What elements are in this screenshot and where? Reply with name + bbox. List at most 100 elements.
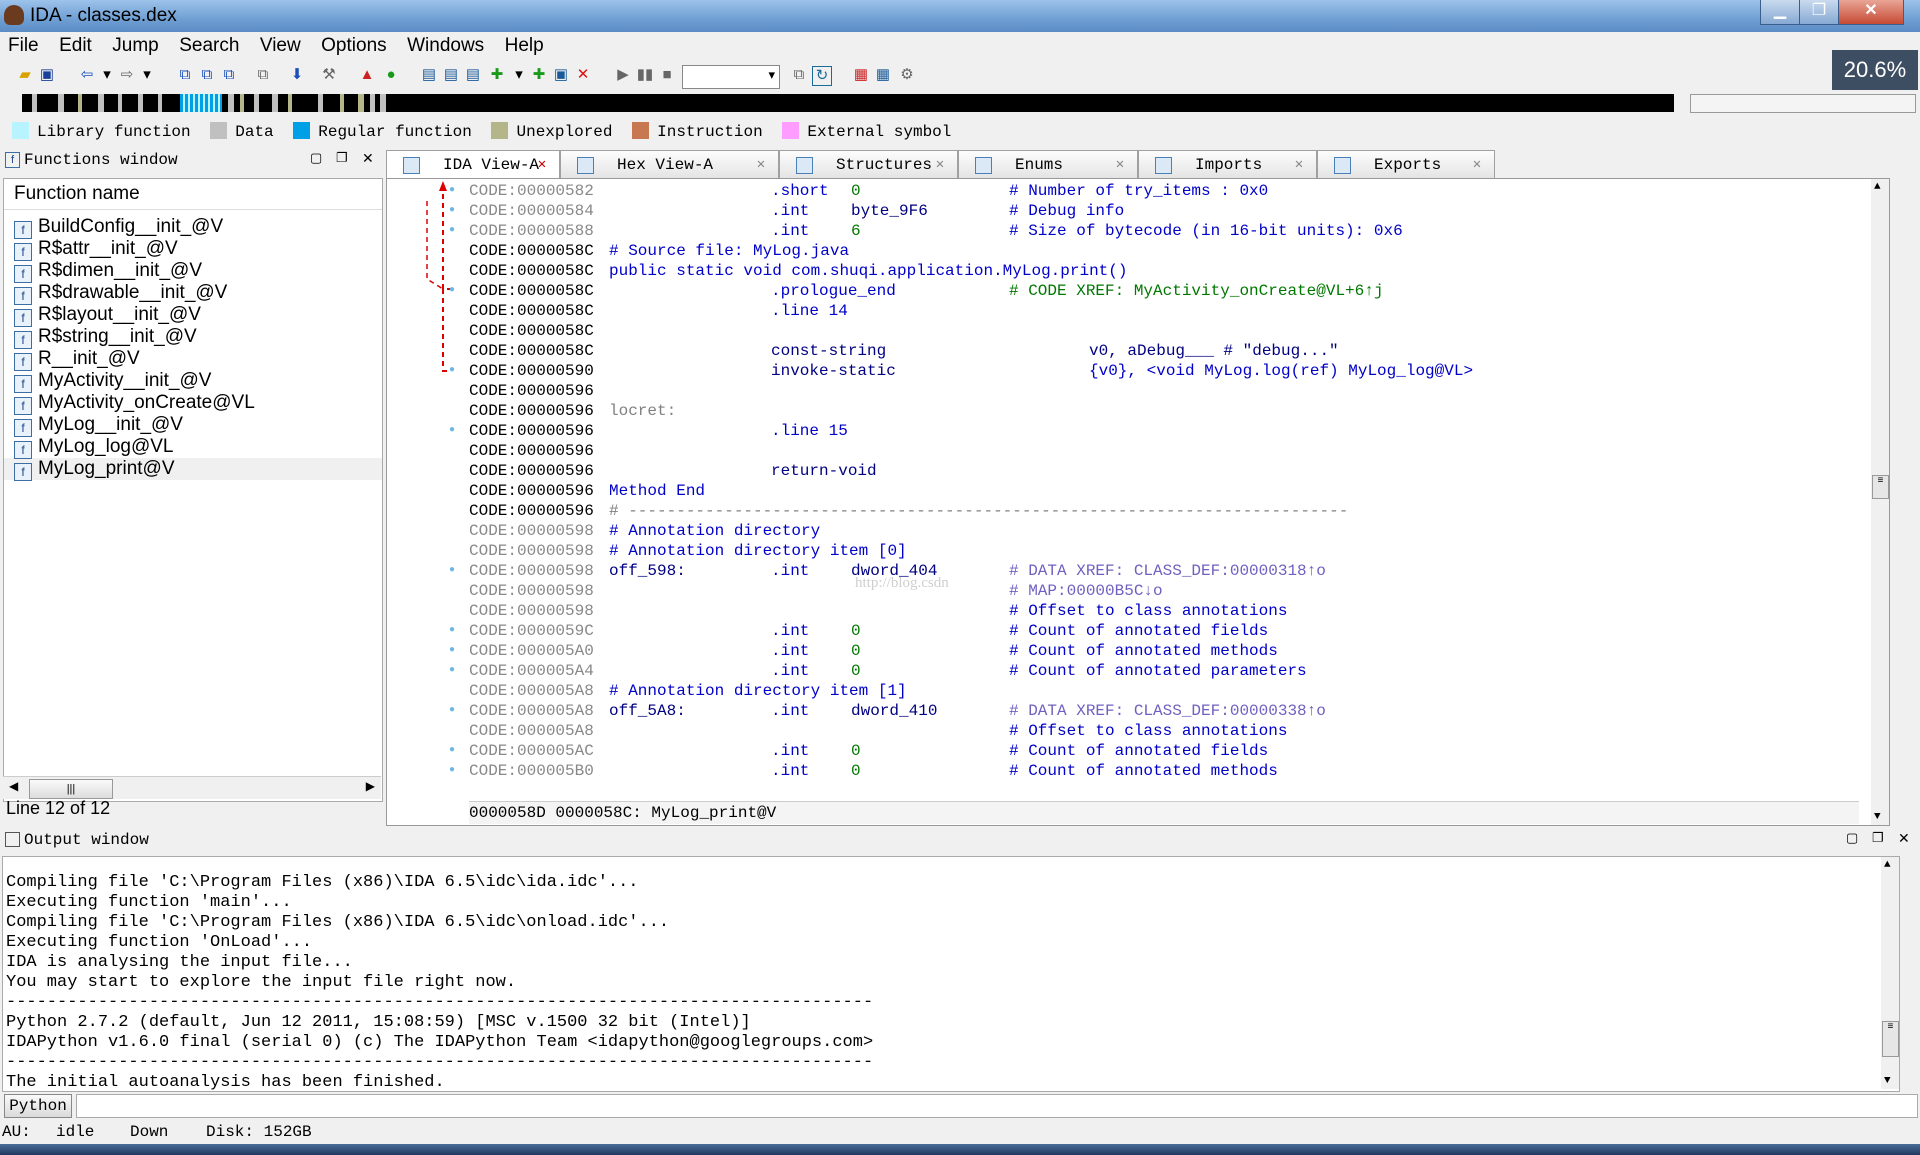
- code-line[interactable]: CODE:00000598 # Offset to class annotatio…: [469, 601, 1869, 621]
- float-icon[interactable]: ❐: [336, 150, 348, 166]
- close-icon[interactable]: ✕: [933, 151, 947, 179]
- breakpoint-dot[interactable]: ●: [449, 181, 455, 201]
- flowchart-icon[interactable]: ▤: [442, 66, 460, 84]
- code-line[interactable]: ● CODE:0000059C .int 0 # Count of annotated …: [449, 621, 1869, 641]
- scroll-left-icon[interactable]: ◀: [9, 779, 18, 793]
- save-icon[interactable]: ▣: [38, 66, 56, 84]
- menu-jump[interactable]: Jump: [104, 32, 166, 57]
- tools-icon[interactable]: ⚙: [898, 66, 916, 84]
- close-icon[interactable]: ✕: [362, 150, 374, 167]
- down-arrow-icon[interactable]: ⬇: [288, 66, 306, 84]
- search-text-icon[interactable]: ⧉: [198, 66, 216, 84]
- function-list-item[interactable]: f MyLog_print@V: [4, 458, 382, 481]
- breakpoint-dot[interactable]: ●: [449, 701, 455, 721]
- breakpoint-dot[interactable]: ●: [449, 761, 455, 781]
- restore-icon[interactable]: ▢: [310, 150, 322, 166]
- graph-icon[interactable]: ▲: [358, 66, 376, 84]
- breakpoint-dot[interactable]: ●: [449, 361, 455, 381]
- function-list-item[interactable]: f R$dimen__init_@V: [4, 260, 382, 283]
- forward-arrow-icon[interactable]: ⇨: [118, 66, 136, 84]
- code-line[interactable]: CODE:00000596 return-void: [469, 461, 1869, 481]
- code-line[interactable]: CODE:00000596: [469, 381, 1869, 401]
- open-folder-icon[interactable]: ▰: [16, 66, 34, 84]
- close-icon[interactable]: ✕: [1898, 830, 1910, 847]
- breakpoint-dot[interactable]: ●: [449, 281, 455, 301]
- scroll-thumb[interactable]: |||: [29, 779, 113, 799]
- function-list-item[interactable]: f R$layout__init_@V: [4, 304, 382, 327]
- restore-icon[interactable]: ▢: [1846, 830, 1858, 846]
- scroll-thumb[interactable]: ≡: [1882, 1021, 1899, 1057]
- breakpoint-icon[interactable]: ▦: [852, 66, 870, 84]
- breakpoint-dot[interactable]: ●: [449, 621, 455, 641]
- close-window-button[interactable]: ✕: [1838, 0, 1904, 25]
- navigation-combo[interactable]: [1690, 94, 1916, 113]
- binoculars-icon[interactable]: ⧉: [176, 66, 194, 84]
- scroll-thumb[interactable]: ≡: [1872, 475, 1889, 499]
- code-line[interactable]: ● CODE:00000596 .line 15: [449, 421, 1869, 441]
- code-line[interactable]: CODE:0000058C public static void com.shuq…: [469, 261, 1869, 281]
- code-line[interactable]: CODE:00000598 # Annotation directory item…: [469, 541, 1869, 561]
- menu-edit[interactable]: Edit: [51, 32, 100, 57]
- search-next-icon[interactable]: ⧉: [254, 66, 272, 84]
- tab-exports[interactable]: Exports ✕: [1317, 150, 1495, 180]
- function-list-item[interactable]: f MyLog__init_@V: [4, 414, 382, 437]
- xref-icon[interactable]: ▤: [464, 66, 482, 84]
- ida-view-a[interactable]: ● CODE:00000582 .short 0 # Number of try_ite…: [386, 178, 1890, 826]
- forward-dropdown-icon[interactable]: ▾: [138, 66, 156, 84]
- menu-view[interactable]: View: [252, 32, 309, 57]
- scroll-up-icon[interactable]: ▲: [1874, 181, 1881, 193]
- code-line[interactable]: ● CODE:00000598 off_598: .int dword_404 # DAT…: [449, 561, 1869, 581]
- float-icon[interactable]: ❐: [1872, 830, 1884, 846]
- close-icon[interactable]: ✕: [535, 151, 549, 179]
- code-line[interactable]: ● CODE:00000584 .int byte_9F6 # Debug info: [449, 201, 1869, 221]
- function-list-item[interactable]: f R$attr__init_@V: [4, 238, 382, 261]
- scroll-down-icon[interactable]: ▼: [1874, 811, 1881, 823]
- search-binary-icon[interactable]: ⧉: [220, 66, 238, 84]
- function-list-item[interactable]: f MyActivity__init_@V: [4, 370, 382, 393]
- debugger-select[interactable]: [682, 65, 780, 89]
- functions-hscrollbar[interactable]: ◀ ||| ▶: [3, 776, 381, 799]
- code-line[interactable]: ● CODE:0000058C .prologue_end # CODE XREF: …: [449, 281, 1869, 301]
- breakpoint-dot[interactable]: ●: [449, 561, 455, 581]
- code-line[interactable]: CODE:0000058C .line 14: [469, 301, 1869, 321]
- code-line[interactable]: ● CODE:00000588 .int 6 # Size of bytecode (i…: [449, 221, 1869, 241]
- menu-file[interactable]: File: [0, 32, 47, 57]
- green-circle-icon[interactable]: ●: [382, 66, 400, 84]
- chart-icon[interactable]: ▤: [420, 66, 438, 84]
- maximize-button[interactable]: ❐: [1799, 0, 1839, 25]
- code-line[interactable]: CODE:000005A8 # Offset to class annotatio…: [469, 721, 1869, 741]
- plugin-icon[interactable]: ✚: [530, 66, 548, 84]
- pause-icon[interactable]: ▮▮: [636, 66, 654, 84]
- close-icon[interactable]: ✕: [1113, 151, 1127, 179]
- camera-icon[interactable]: ▣: [552, 66, 570, 84]
- breakpoint-dot[interactable]: ●: [449, 661, 455, 681]
- code-line[interactable]: CODE:00000596 locret:: [469, 401, 1869, 421]
- minimize-button[interactable]: ▁: [1760, 0, 1800, 25]
- tab-ida-view-a[interactable]: IDA View-A ✕: [386, 150, 560, 180]
- output-vscrollbar[interactable]: ▲ ≡ ▼: [1881, 857, 1899, 1089]
- back-arrow-icon[interactable]: ⇦: [78, 66, 96, 84]
- code-line[interactable]: ● CODE:00000590 invoke-static {v0}, <void M…: [449, 361, 1869, 381]
- close-icon[interactable]: ✕: [754, 151, 768, 179]
- code-vscrollbar[interactable]: ▲ ≡ ▼: [1871, 179, 1889, 825]
- delete-icon[interactable]: ✕: [574, 66, 592, 84]
- code-line[interactable]: CODE:0000058C: [469, 321, 1869, 341]
- add-icon[interactable]: ✚: [488, 66, 506, 84]
- debugger-icon[interactable]: ⧉: [790, 66, 808, 84]
- code-line[interactable]: ● CODE:00000582 .short 0 # Number of try_ite…: [449, 181, 1869, 201]
- breakpoint-dot[interactable]: ●: [449, 641, 455, 661]
- code-line[interactable]: CODE:00000596 Method End: [469, 481, 1869, 501]
- back-dropdown-icon[interactable]: ▾: [98, 66, 116, 84]
- function-list-item[interactable]: f MyLog_log@VL: [4, 436, 382, 459]
- tab-structures[interactable]: Structures ✕: [779, 150, 958, 180]
- scroll-down-icon[interactable]: ▼: [1884, 1075, 1891, 1087]
- code-line[interactable]: ● CODE:000005A0 .int 0 # Count of annotated …: [449, 641, 1869, 661]
- code-line[interactable]: ● CODE:000005A8 off_5A8: .int dword_410 # DAT…: [449, 701, 1869, 721]
- code-line[interactable]: CODE:00000598 # Annotation directory: [469, 521, 1869, 541]
- menu-search[interactable]: Search: [171, 32, 247, 57]
- menu-help[interactable]: Help: [497, 32, 552, 57]
- scroll-right-icon[interactable]: ▶: [366, 779, 375, 793]
- navigation-band[interactable]: [18, 94, 1674, 112]
- code-line[interactable]: CODE:0000058C const-string v0, aDebug___ #…: [469, 341, 1869, 361]
- column-header-function-name[interactable]: Function name: [4, 179, 382, 210]
